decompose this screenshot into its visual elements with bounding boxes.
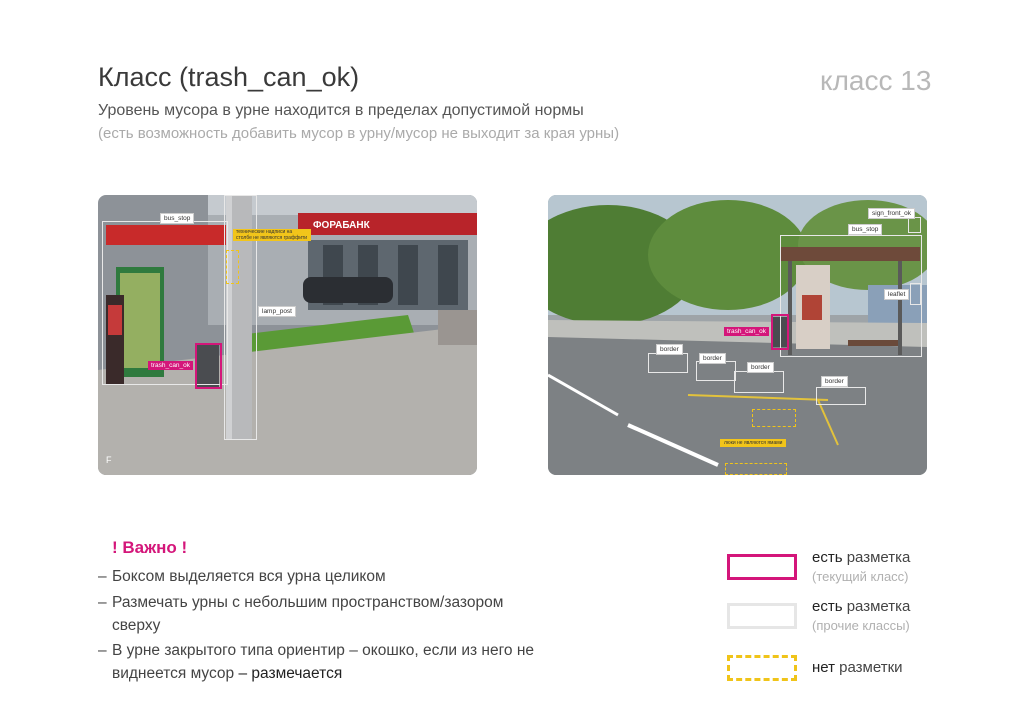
label-trash-can: trash_can_ok bbox=[148, 361, 194, 370]
bank-sign-text: ФОРАБАНК bbox=[313, 220, 371, 231]
bullet-item: – Боксом выделяется вся урна целиком bbox=[98, 565, 568, 588]
subtitle-note: (есть возможность добавить мусор в урну/… bbox=[98, 125, 620, 142]
bbox-border-2 bbox=[696, 361, 736, 381]
photo-right: sign_front_ok bus_stop leaflet trash_can… bbox=[548, 195, 927, 475]
bbox-no-markup bbox=[226, 250, 239, 284]
legend-sub-current: (текущий класс) bbox=[812, 569, 909, 584]
legend-label-none: нет разметки bbox=[812, 659, 903, 676]
bbox-trash-can-right bbox=[771, 314, 789, 350]
bullet-dash: – bbox=[98, 594, 107, 611]
label-lamp-post: lamp_post bbox=[258, 306, 296, 317]
photo-left: F ФОРАБАНК bus_stop lamp_post trash_can_… bbox=[98, 195, 477, 475]
label-trash-can-right: trash_can_ok bbox=[724, 327, 770, 336]
bullet-item: – В урне закрытого типа ориентир – окошк… bbox=[98, 639, 568, 685]
slide-number: класс 13 bbox=[820, 65, 932, 96]
label-border-4: border bbox=[821, 376, 848, 387]
page-title: Класс (trash_can_ok) bbox=[98, 62, 360, 92]
label-leaflet: leaflet bbox=[884, 289, 910, 300]
legend-label-other: есть разметка bbox=[812, 598, 911, 615]
bbox-border-4 bbox=[816, 387, 866, 405]
label-bus-stop-right: bus_stop bbox=[848, 224, 883, 235]
bbox-border-1 bbox=[648, 353, 688, 373]
bbox-sign-front bbox=[908, 217, 921, 233]
note-manholes: люки не являются ямами bbox=[720, 439, 787, 447]
label-border-3: border bbox=[747, 362, 774, 373]
legend-sub-other: (прочие классы) bbox=[812, 618, 910, 633]
bullet-strong-text: размечается bbox=[251, 665, 343, 682]
legend-swatch-none bbox=[727, 655, 797, 681]
bullet-dash: – bbox=[98, 568, 107, 585]
legend-swatch-other bbox=[727, 603, 797, 629]
bbox-trash-can bbox=[195, 343, 222, 389]
label-bus-stop: bus_stop bbox=[160, 213, 195, 224]
label-border-2: border bbox=[699, 353, 726, 364]
bbox-leaflet bbox=[910, 283, 921, 305]
label-sign-front: sign_front_ok bbox=[868, 208, 916, 219]
bbox-no-markup-2 bbox=[725, 463, 787, 475]
bullet-text: Размечать урны с небольшим пространством… bbox=[112, 594, 504, 634]
bullet-strong-dash: – bbox=[234, 665, 252, 682]
label-border-1: border bbox=[656, 344, 683, 355]
bullet-dash: – bbox=[98, 642, 107, 659]
note-graffiti: технические надписи на столбе не являютс… bbox=[233, 229, 311, 241]
bbox-border-3 bbox=[734, 371, 784, 393]
legend-swatch-current bbox=[727, 554, 797, 580]
bbox-no-markup-1 bbox=[752, 409, 796, 427]
legend-label-current: есть разметка bbox=[812, 549, 911, 566]
important-heading: ! Важно ! bbox=[112, 538, 188, 557]
bullet-text: Боксом выделяется вся урна целиком bbox=[112, 568, 386, 585]
bullet-item: – Размечать урны с небольшим пространств… bbox=[98, 591, 568, 637]
subtitle: Уровень мусора в урне находится в предел… bbox=[98, 102, 584, 119]
watermark-text: F bbox=[106, 455, 112, 465]
